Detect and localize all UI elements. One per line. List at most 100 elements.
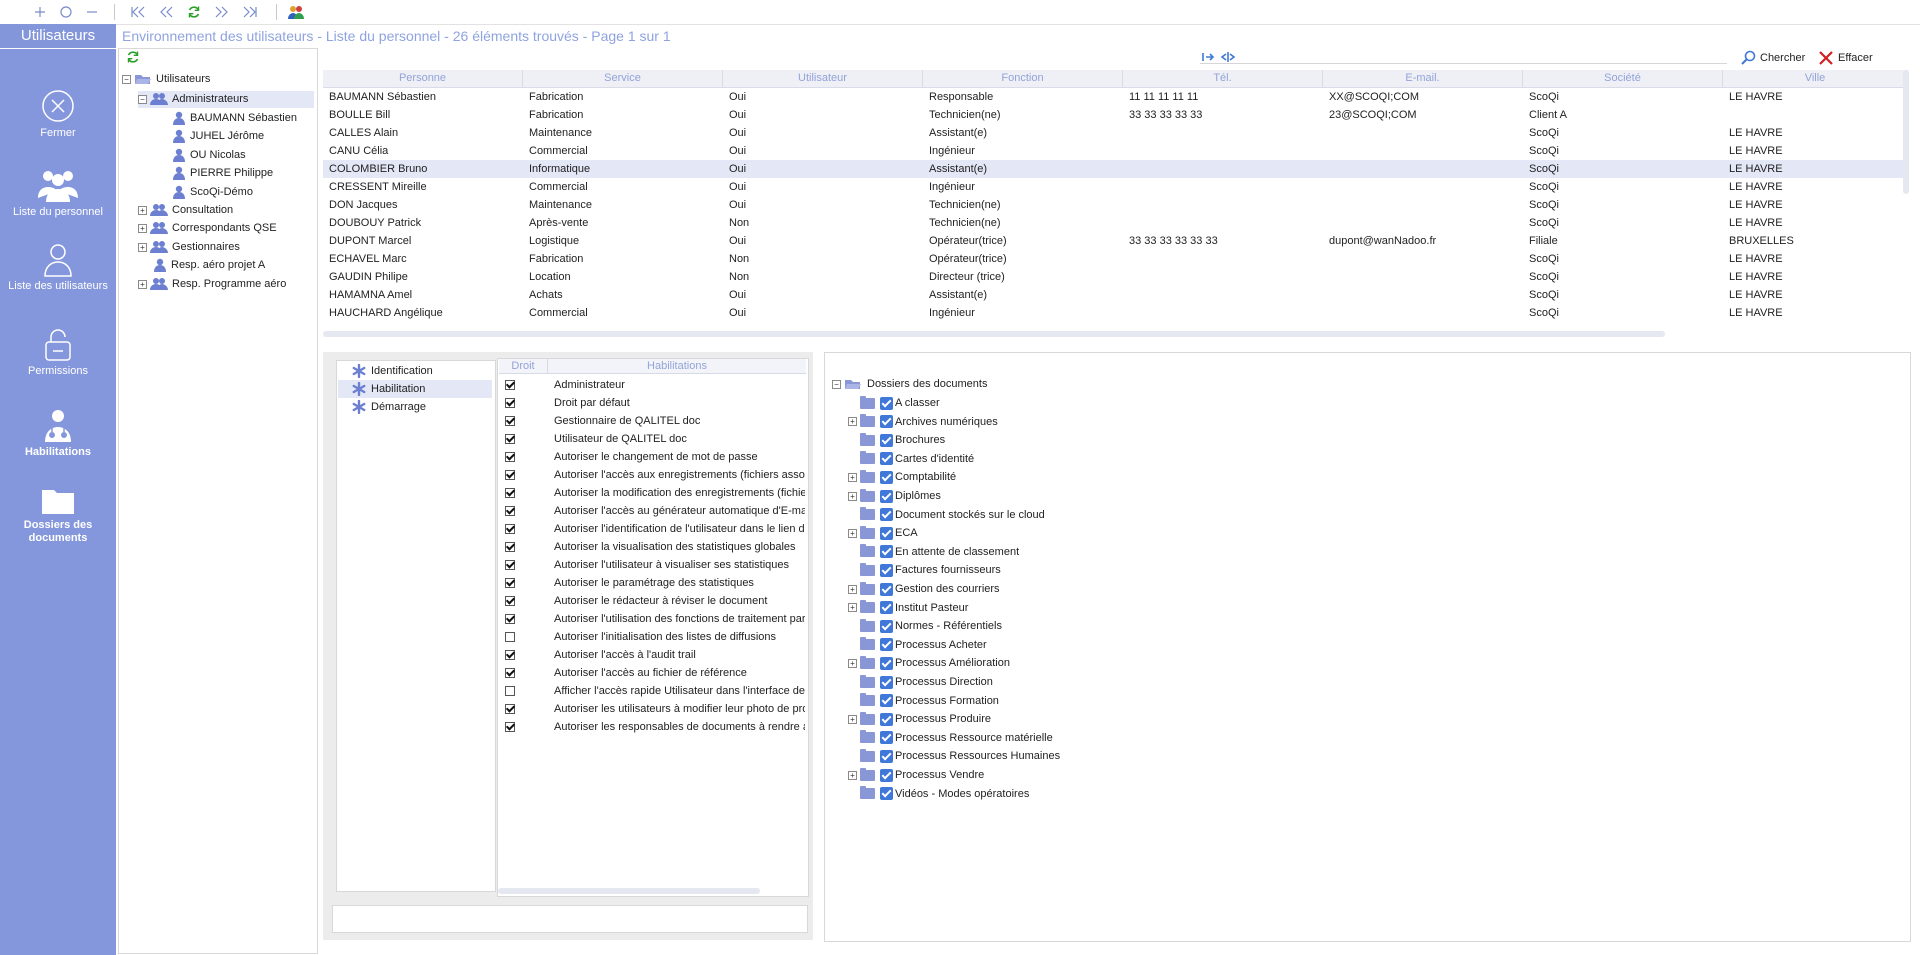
table-row[interactable]: ECHAVEL Marc Fabrication Non Opérateur(tric… xyxy=(323,250,1903,268)
folder-checkbox[interactable] xyxy=(880,601,893,615)
tree-node[interactable]: + Consultation xyxy=(138,202,233,219)
right-checkbox[interactable] xyxy=(505,686,515,697)
expand-columns-icon[interactable] xyxy=(1220,50,1236,67)
right-row[interactable]: Administrateur xyxy=(505,376,805,394)
right-row[interactable]: Autoriser l'accès au fichier de référenc… xyxy=(505,664,805,682)
expand-icon[interactable]: + xyxy=(848,658,857,668)
right-row[interactable]: Autoriser l'utilisateur à visualiser ses… xyxy=(505,556,805,574)
folder-checkbox[interactable] xyxy=(880,452,893,466)
expand-icon[interactable]: + xyxy=(848,603,857,613)
table-row[interactable]: DON Jacques Maintenance Oui Technicien(ne) S… xyxy=(323,196,1903,214)
collapse-icon[interactable]: − xyxy=(122,74,131,84)
tab-demarrage[interactable]: Démarrage xyxy=(338,398,492,416)
table-row[interactable]: CALLES Alain Maintenance Oui Assistant(e) Sc… xyxy=(323,124,1903,142)
column-header[interactable]: E-mail. xyxy=(1323,70,1523,87)
document-folder[interactable]: Brochures xyxy=(848,431,945,449)
document-folder[interactable]: Processus Ressources Humaines xyxy=(848,747,1060,765)
tree-node[interactable]: − Administrateurs xyxy=(138,91,314,108)
folder-checkbox[interactable] xyxy=(880,415,893,429)
column-header[interactable]: Fonction xyxy=(923,70,1123,87)
folder-checkbox[interactable] xyxy=(880,656,893,670)
first-page-icon[interactable] xyxy=(128,2,148,22)
sidebar-item-dossiers-des-documents[interactable]: Dossiers des documents xyxy=(0,484,116,545)
folder-checkbox[interactable] xyxy=(880,433,893,447)
right-row[interactable]: Autoriser le rédacteur à réviser le docu… xyxy=(505,592,805,610)
right-checkbox[interactable] xyxy=(505,614,515,625)
right-row[interactable]: Gestionnaire de QALITEL doc xyxy=(505,412,805,430)
document-folder[interactable]: A classer xyxy=(848,394,940,412)
tree-node[interactable]: JUHEL Jérôme xyxy=(170,128,264,145)
document-folder[interactable]: + Archives numériques xyxy=(848,413,998,431)
column-header[interactable]: Ville xyxy=(1723,70,1908,87)
document-folder[interactable]: Processus Formation xyxy=(848,692,999,710)
column-header[interactable]: Service xyxy=(523,70,723,87)
document-folder[interactable]: Processus Direction xyxy=(848,673,993,691)
document-folder[interactable]: + ECA xyxy=(848,524,918,542)
clear-button[interactable]: Effacer xyxy=(1818,50,1873,66)
right-checkbox[interactable] xyxy=(505,398,515,409)
document-folder[interactable]: Factures fournisseurs xyxy=(848,561,1001,579)
document-folder[interactable]: + Institut Pasteur xyxy=(848,599,968,617)
expand-icon[interactable]: + xyxy=(848,584,857,594)
document-folder[interactable]: Vidéos - Modes opératoires xyxy=(848,785,1029,803)
right-row[interactable]: Autoriser les responsables de documents … xyxy=(505,718,805,736)
sidebar-item-permissions[interactable]: Permissions xyxy=(0,328,116,378)
documents-root[interactable]: − Dossiers des documents xyxy=(832,375,987,393)
previous-page-icon[interactable] xyxy=(156,2,176,22)
sidebar-item-liste-des-utilisateurs[interactable]: Liste des utilisateurs xyxy=(0,242,116,293)
right-checkbox[interactable] xyxy=(505,542,515,553)
document-folder[interactable]: + Comptabilité xyxy=(848,468,956,486)
right-row[interactable]: Autoriser la modification des enregistre… xyxy=(505,484,805,502)
table-row[interactable]: BAUMANN Sébastien Fabrication Oui Responsab… xyxy=(323,88,1903,106)
folder-checkbox[interactable] xyxy=(880,749,893,763)
refresh-icon[interactable] xyxy=(184,2,204,22)
expand-icon[interactable]: + xyxy=(848,528,857,538)
folder-checkbox[interactable] xyxy=(880,396,893,410)
sidebar-item-liste-du-personnel[interactable]: Liste du personnel xyxy=(0,166,116,219)
table-row[interactable]: HAUCHARD Angélique Commercial Oui Ingénieur… xyxy=(323,304,1903,322)
document-folder[interactable]: + Processus Vendre xyxy=(848,766,984,784)
right-row[interactable]: Droit par défaut xyxy=(505,394,805,412)
right-row[interactable]: Autoriser le paramétrage des statistique… xyxy=(505,574,805,592)
right-row[interactable]: Autoriser le changement de mot de passe xyxy=(505,448,805,466)
last-page-icon[interactable] xyxy=(240,2,260,22)
expand-icon[interactable]: + xyxy=(848,714,857,724)
right-row[interactable]: Autoriser l'accès aux enregistrements (f… xyxy=(505,466,805,484)
right-row[interactable]: Autoriser la visualisation des statistiq… xyxy=(505,538,805,556)
column-header[interactable]: Tél. xyxy=(1123,70,1323,87)
right-row[interactable]: Afficher l'accès rapide Utilisateur dans… xyxy=(505,682,805,700)
right-checkbox[interactable] xyxy=(505,668,515,679)
expand-icon[interactable]: + xyxy=(848,472,857,482)
folder-checkbox[interactable] xyxy=(880,694,893,708)
right-checkbox[interactable] xyxy=(505,560,515,571)
collapse-icon[interactable]: − xyxy=(832,379,841,389)
tree-node[interactable]: OU Nicolas xyxy=(170,147,246,164)
tree-node[interactable]: + Resp. Programme aéro xyxy=(138,276,286,293)
right-row[interactable]: Autoriser l'accès au générateur automati… xyxy=(505,502,805,520)
folder-checkbox[interactable] xyxy=(880,470,893,484)
right-checkbox[interactable] xyxy=(505,524,515,535)
tab-habilitation[interactable]: Habilitation xyxy=(338,380,492,398)
tree-node[interactable]: BAUMANN Sébastien xyxy=(170,110,297,127)
collapse-icon[interactable]: − xyxy=(138,94,147,104)
right-row[interactable]: Autoriser les utilisateurs à modifier le… xyxy=(505,700,805,718)
grid-horizontal-scrollbar[interactable] xyxy=(323,331,1665,337)
next-page-icon[interactable] xyxy=(212,2,232,22)
document-folder[interactable]: Processus Ressource matérielle xyxy=(848,729,1053,747)
right-checkbox[interactable] xyxy=(505,650,515,661)
folder-checkbox[interactable] xyxy=(880,712,893,726)
table-row[interactable]: CRESSENT Mireille Commercial Oui Ingénieur S… xyxy=(323,178,1903,196)
document-folder[interactable]: + Processus Amélioration xyxy=(848,654,1010,672)
document-folder[interactable]: Document stockés sur le cloud xyxy=(848,506,1045,524)
tree-node[interactable]: − Utilisateurs xyxy=(122,71,210,88)
right-checkbox[interactable] xyxy=(505,434,515,445)
right-row[interactable]: Utilisateur de QALITEL doc xyxy=(505,430,805,448)
right-row[interactable]: Autoriser l'utilisation des fonctions de… xyxy=(505,610,805,628)
document-folder[interactable]: + Processus Produire xyxy=(848,710,991,728)
expand-icon[interactable]: + xyxy=(848,770,857,780)
folder-checkbox[interactable] xyxy=(880,582,893,596)
right-row[interactable]: Autoriser l'accès à l'audit trail xyxy=(505,646,805,664)
column-header[interactable]: Société xyxy=(1523,70,1723,87)
document-folder[interactable]: Processus Acheter xyxy=(848,636,987,654)
expand-icon[interactable]: + xyxy=(848,491,857,501)
